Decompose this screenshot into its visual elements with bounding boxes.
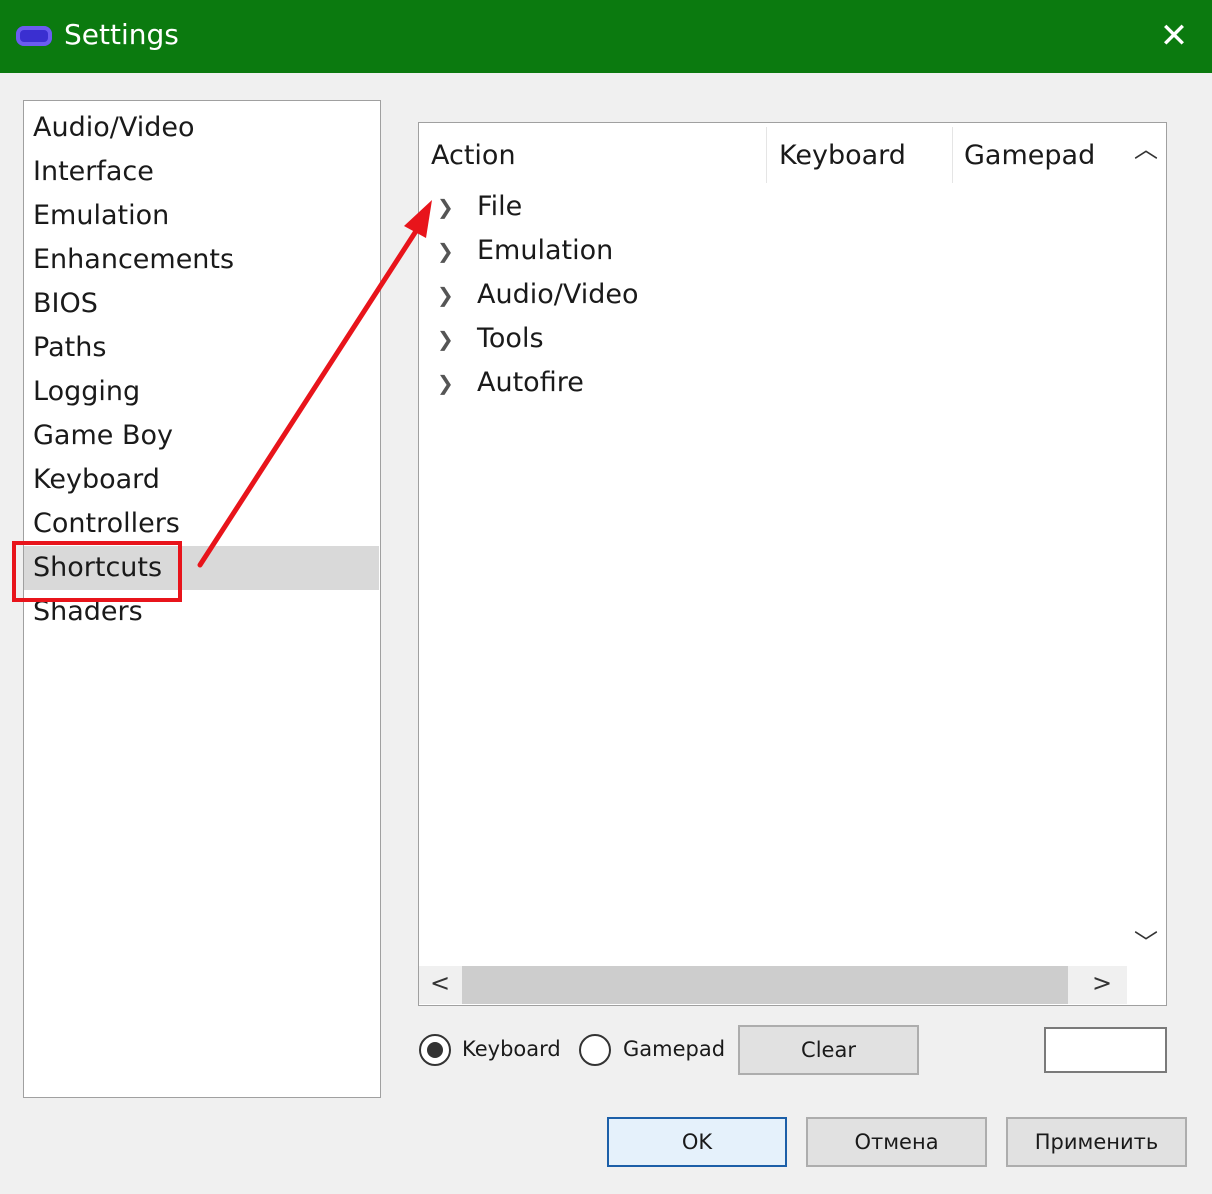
shortcut-input[interactable] [1044, 1027, 1167, 1073]
annotation-arrow [197, 200, 432, 568]
gamepad-radio-label[interactable]: Gamepad [623, 1037, 725, 1061]
ok-button[interactable]: OK [607, 1117, 787, 1167]
gamepad-radio[interactable] [579, 1034, 611, 1066]
keyboard-radio-label[interactable]: Keyboard [462, 1037, 561, 1061]
keyboard-radio[interactable] [419, 1034, 451, 1066]
apply-button[interactable]: Применить [1006, 1117, 1187, 1167]
cancel-button[interactable]: Отмена [806, 1117, 987, 1167]
clear-button[interactable]: Clear [738, 1025, 919, 1075]
